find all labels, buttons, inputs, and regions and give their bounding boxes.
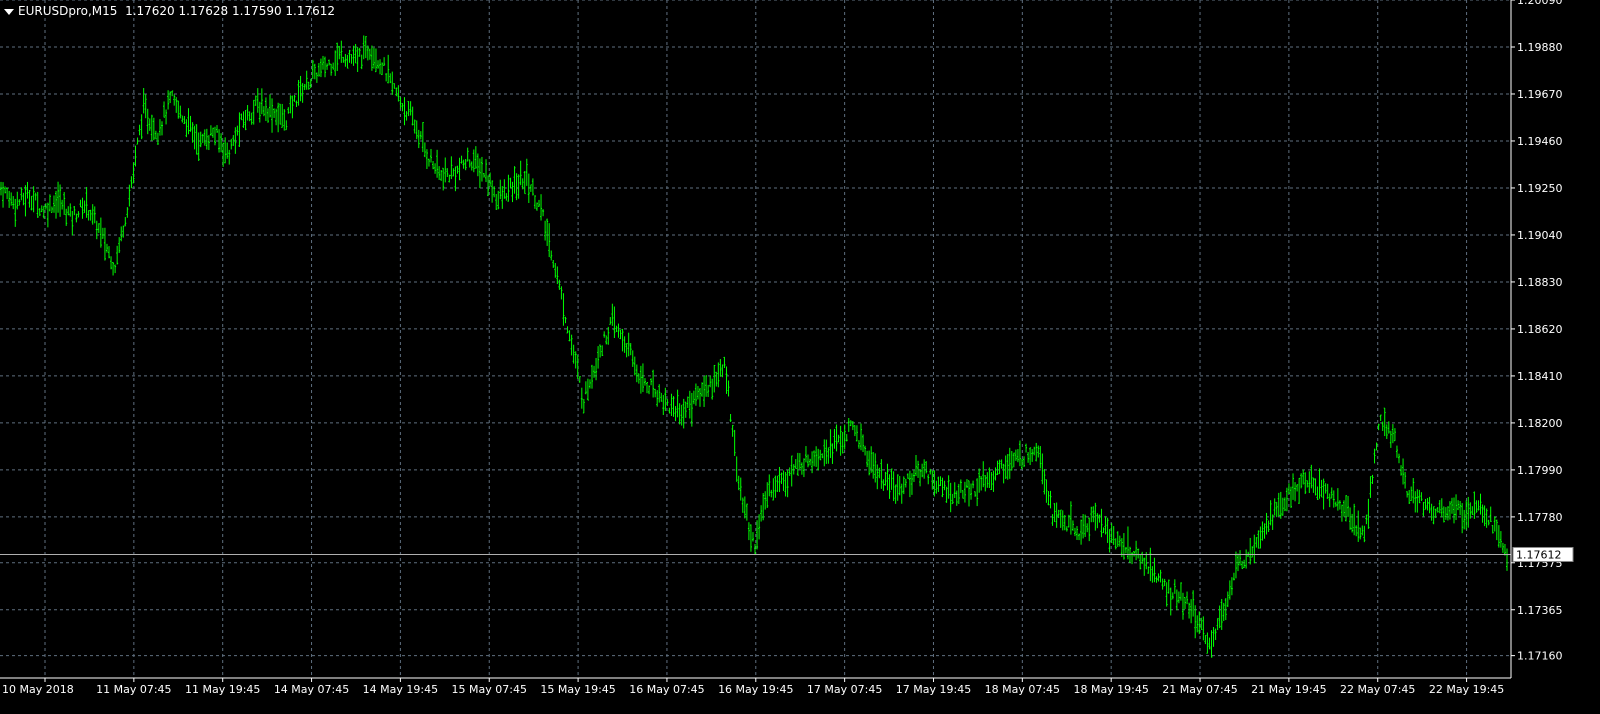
y-tick-label: 1.18200 <box>1517 417 1563 430</box>
chart-header: EURUSDpro,M15 1.17620 1.17628 1.17590 1.… <box>4 4 335 18</box>
y-tick-label: 1.19040 <box>1517 229 1563 242</box>
x-tick-label: 21 May 19:45 <box>1251 683 1326 696</box>
price-axis: 1.20090 1.19880 1.19670 1.19460 1.19250 1.190… <box>1511 0 1563 663</box>
x-tick-label: 10 May 2018 <box>2 683 74 696</box>
y-tick-label: 1.17990 <box>1517 464 1563 477</box>
y-tick-label: 1.18410 <box>1517 370 1563 383</box>
y-tick-label: 1.17365 <box>1517 604 1563 617</box>
y-tick-label: 1.18830 <box>1517 276 1563 289</box>
y-tick-label: 1.19460 <box>1517 135 1563 148</box>
low-value: 1.17590 <box>231 4 282 18</box>
chart-background <box>0 0 1600 714</box>
x-tick-label: 21 May 07:45 <box>1162 683 1237 696</box>
x-tick-label: 18 May 19:45 <box>1073 683 1148 696</box>
x-tick-label: 15 May 19:45 <box>540 683 615 696</box>
x-tick-label: 22 May 07:45 <box>1340 683 1415 696</box>
y-tick-label: 1.19670 <box>1517 88 1563 101</box>
price-chart[interactable]: 1.20090 1.19880 1.19670 1.19460 1.19250 1.190… <box>0 0 1600 714</box>
x-tick-label: 16 May 19:45 <box>718 683 793 696</box>
x-tick-label: 22 May 19:45 <box>1429 683 1504 696</box>
x-tick-label: 11 May 07:45 <box>96 683 171 696</box>
current-price-label: 1.17612 <box>1516 548 1562 561</box>
current-price-marker: 1.17612 <box>1512 546 1574 562</box>
y-tick-label: 1.19880 <box>1517 41 1563 54</box>
symbol-menu-icon[interactable] <box>4 8 14 15</box>
x-tick-label: 17 May 19:45 <box>896 683 971 696</box>
x-tick-label: 15 May 07:45 <box>452 683 527 696</box>
x-tick-label: 14 May 07:45 <box>274 683 349 696</box>
x-tick-label: 17 May 07:45 <box>807 683 882 696</box>
x-tick-label: 16 May 07:45 <box>629 683 704 696</box>
x-tick-label: 18 May 07:45 <box>985 683 1060 696</box>
high-value: 1.17628 <box>178 4 229 18</box>
open-value: 1.17620 <box>125 4 175 18</box>
symbol-label: EURUSDpro,M15 <box>18 4 118 18</box>
y-tick-label: 1.20090 <box>1517 0 1563 7</box>
y-tick-label: 1.17160 <box>1517 650 1563 663</box>
y-tick-label: 1.19250 <box>1517 182 1563 195</box>
x-tick-label: 11 May 19:45 <box>185 683 260 696</box>
x-tick-label: 14 May 19:45 <box>363 683 438 696</box>
close-value: 1.17612 <box>285 4 336 18</box>
y-tick-label: 1.17780 <box>1517 511 1563 524</box>
y-tick-label: 1.18620 <box>1517 323 1563 336</box>
